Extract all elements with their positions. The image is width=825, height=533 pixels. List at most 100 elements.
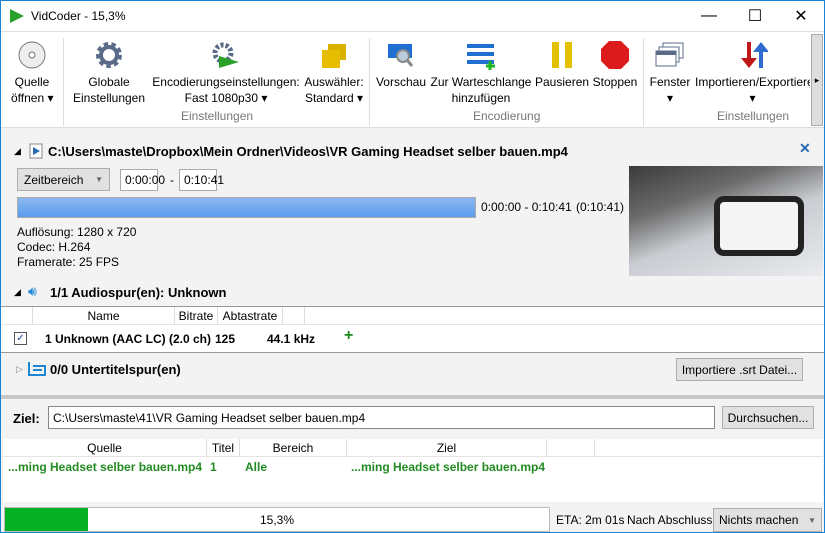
queue-add-icon [467,44,495,70]
destination-input[interactable]: C:\Users\maste\41\VR Gaming Headset selb… [48,406,715,429]
label: Pausieren [535,75,590,89]
label: Encodierungseinstellungen: [152,75,300,89]
headset-image [714,196,804,256]
column-header[interactable]: Abtastrate [218,307,283,325]
column-header [283,307,305,325]
queue-row[interactable]: ...ming Headset selber bauen.mp4 1 Alle … [3,457,823,479]
preview-button[interactable]: Vorschau [375,36,427,90]
add-to-queue-button[interactable]: Zur Warteschlange hinzufügen [430,36,532,106]
queue-list: Quelle Titel Bereich Ziel ...ming Headse… [3,439,823,502]
label: ▾ [666,91,674,105]
label: Standard ▾ [304,91,364,105]
stop-button[interactable]: Stoppen [591,36,639,90]
minimize-button[interactable]: — [686,1,732,31]
range-slider[interactable] [17,197,476,218]
column-header[interactable]: Bitrate [175,307,218,325]
after-completion-label: Nach Abschluss [627,513,713,527]
label: Zur Warteschlange [430,75,532,89]
codec-info: Codec: H.264 [17,240,91,254]
group-label: Einstellungen [181,109,254,123]
open-source-button[interactable]: Quelle öffnen ▾ [11,36,54,106]
subtitle-icon [28,362,46,376]
label: ▾ [749,91,756,105]
picker-button[interactable]: Auswähler: Standard ▾ [304,36,364,106]
range-dash: - [170,173,174,187]
column-header[interactable]: Ziel [347,439,547,457]
pause-button[interactable]: Pausieren [535,36,589,90]
import-export-button[interactable]: Importieren/Exportieren ▾ [695,36,810,106]
label: Fast 1080p30 ▾ [184,91,268,105]
gear-icon [96,42,122,68]
column-header[interactable]: Quelle [3,439,207,457]
encode-progress-bar: 15,3% [4,507,550,532]
import-srt-button[interactable]: Importiere .srt Datei... [676,358,803,381]
preview-icon [388,44,414,67]
queue-range: Alle [245,460,268,474]
after-completion-dropdown[interactable]: Nichts machen ▼ [713,508,822,532]
label: Importieren/Exportieren [695,75,810,89]
disc-icon [18,41,46,69]
encoding-settings-button[interactable]: Encodierungseinstellungen: Fast 1080p30 ▾ [152,36,300,106]
title-bar: VidCoder - 15,3% — ☐ ✕ [1,1,824,31]
windows-icon [655,42,684,67]
destination-label: Ziel: [13,411,40,426]
source-path: C:\Users\maste\Dropbox\Mein Ordner\Video… [48,144,568,159]
after-completion-value: Nichts machen [719,513,799,527]
maximize-button[interactable]: ☐ [732,1,778,31]
label: Einstellungen [72,91,146,105]
track-bitrate: 125 [215,332,236,346]
vidcoder-window: VidCoder - 15,3% — ☐ ✕ Quelle öffnen ▾ Gl… [0,0,825,533]
label: hinzufügen [451,91,511,105]
windows-button[interactable]: Fenster ▾ [648,36,692,106]
queue-header: Quelle Titel Bereich Ziel [3,439,823,457]
toolbar-overflow-button[interactable]: ▸ [811,34,823,126]
collapse-triangle-icon[interactable]: ◢ [14,146,21,157]
column-header[interactable]: Titel [207,439,240,457]
chevron-down-icon: ▼ [95,175,103,184]
global-settings-button[interactable]: Globale Einstellungen [71,36,147,106]
label: Quelle [14,75,50,89]
duration-text: (0:10:41) [576,200,625,214]
group-label: Einstellungen [717,109,790,123]
add-audio-icon[interactable]: + [344,327,353,345]
column-header[interactable]: Bereich [240,439,347,457]
end-time-input[interactable]: 0:10:41 [179,169,224,191]
pause-icon [552,42,572,68]
separator [63,38,64,126]
audio-header: 1/1 Audiospur(en): Unknown [50,285,227,300]
queue-dest: ...ming Headset selber bauen.mp4 [351,460,546,474]
table-row[interactable]: ✓ 1 Unknown (AAC LC) (2.0 ch) 125 44.1 k… [1,325,824,352]
track-samplerate: 44.1 kHz [267,332,316,346]
column-header [547,439,595,457]
splitter[interactable] [1,395,824,399]
close-button[interactable]: ✕ [778,1,824,31]
column-header [1,307,33,325]
expand-triangle-icon[interactable]: ▷ [16,364,23,375]
range-text: 0:00:00 - 0:10:41 [481,200,572,214]
label: Vorschau [375,75,427,89]
close-source-icon[interactable]: ✕ [799,140,811,157]
queue-source: ...ming Headset selber bauen.mp4 [8,460,203,474]
separator [369,38,370,126]
label: öffnen ▾ [11,91,54,105]
window-title: VidCoder - 15,3% [31,9,126,23]
eta-text: ETA: 2m 01s [556,513,625,527]
ribbon-toolbar: Quelle öffnen ▾ Globale Einstellungen Enco… [1,31,824,128]
audio-track-checkbox[interactable]: ✓ [14,332,27,345]
start-time-input[interactable]: 0:00:00 [120,169,165,191]
column-header[interactable]: Name [33,307,175,325]
audio-table-header: Name Bitrate Abtastrate [1,307,824,325]
label: Globale [88,75,130,89]
chevron-down-icon: ▼ [808,515,816,525]
import-export-icon [740,42,768,68]
group-label: Encodierung [473,109,541,123]
label: Fenster [649,75,691,89]
separator [643,38,644,126]
track-name: 1 Unknown (AAC LC) (2.0 ch) [45,332,212,346]
label: Auswähler: [304,75,364,89]
range-type-dropdown[interactable]: Zeitbereich ▼ [17,168,110,191]
collapse-triangle-icon[interactable]: ◢ [14,287,21,298]
browse-button[interactable]: Durchsuchen... [722,406,814,429]
resolution-info: Auflösung: 1280 x 720 [17,225,137,239]
stop-icon [601,41,629,69]
